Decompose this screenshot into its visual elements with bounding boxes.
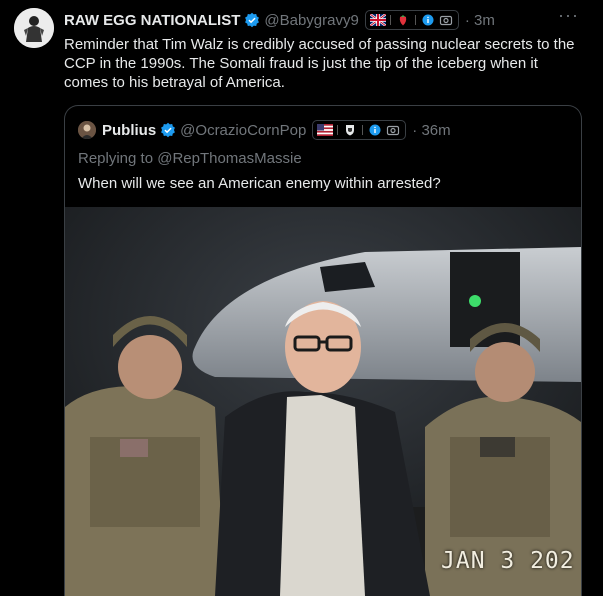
badge-separator <box>414 15 416 25</box>
quote-header: Publius @OcrazioCornPop · 36m <box>78 120 451 140</box>
author-handle[interactable]: @Babygravy9 <box>264 12 358 29</box>
badge-separator <box>337 125 339 135</box>
more-options-icon[interactable]: ··· <box>558 5 579 26</box>
quoted-tweet[interactable]: Publius @OcrazioCornPop · 36m Replying t… <box>64 105 582 596</box>
photo-scene <box>65 207 581 596</box>
camera-icon[interactable] <box>385 124 401 136</box>
badge-separator <box>362 125 364 135</box>
badge-separator <box>389 15 391 25</box>
info-icon[interactable] <box>420 14 436 26</box>
us-flag-icon <box>317 124 334 136</box>
quote-author-avatar[interactable] <box>78 121 96 139</box>
quote-text: When will we see an American enemy withi… <box>78 175 441 192</box>
verified-badge-icon <box>245 12 260 28</box>
replying-mention-link[interactable]: @RepThomasMassie <box>157 150 301 167</box>
uk-flag-icon <box>369 14 386 26</box>
info-icon[interactable] <box>367 124 383 136</box>
tweet-time[interactable]: · 3m <box>465 12 495 29</box>
author-avatar[interactable] <box>14 8 54 48</box>
quote-time[interactable]: · 36m <box>412 122 450 139</box>
photo-date-stamp: JAN 3 202 <box>441 548 575 574</box>
quote-photo[interactable]: JAN 3 202 <box>65 207 581 596</box>
replying-to: Replying to @RepThomasMassie <box>78 150 302 167</box>
strawberry-icon <box>399 15 407 26</box>
replying-prefix: Replying to <box>78 150 158 167</box>
quote-profile-badges <box>312 120 407 140</box>
camera-icon[interactable] <box>438 14 454 26</box>
tweet-header: RAW EGG NATIONALIST @Babygravy9 · 3m <box>64 10 583 30</box>
quote-author-handle[interactable]: @OcrazioCornPop <box>180 122 306 139</box>
verified-badge-icon <box>161 122 176 138</box>
tweet-text: Reminder that Tim Walz is credibly accus… <box>64 36 575 91</box>
author-name[interactable]: RAW EGG NATIONALIST <box>64 12 240 29</box>
quote-author-name[interactable]: Publius <box>102 122 156 139</box>
shield-icon <box>346 125 355 136</box>
profile-badges <box>364 10 459 30</box>
